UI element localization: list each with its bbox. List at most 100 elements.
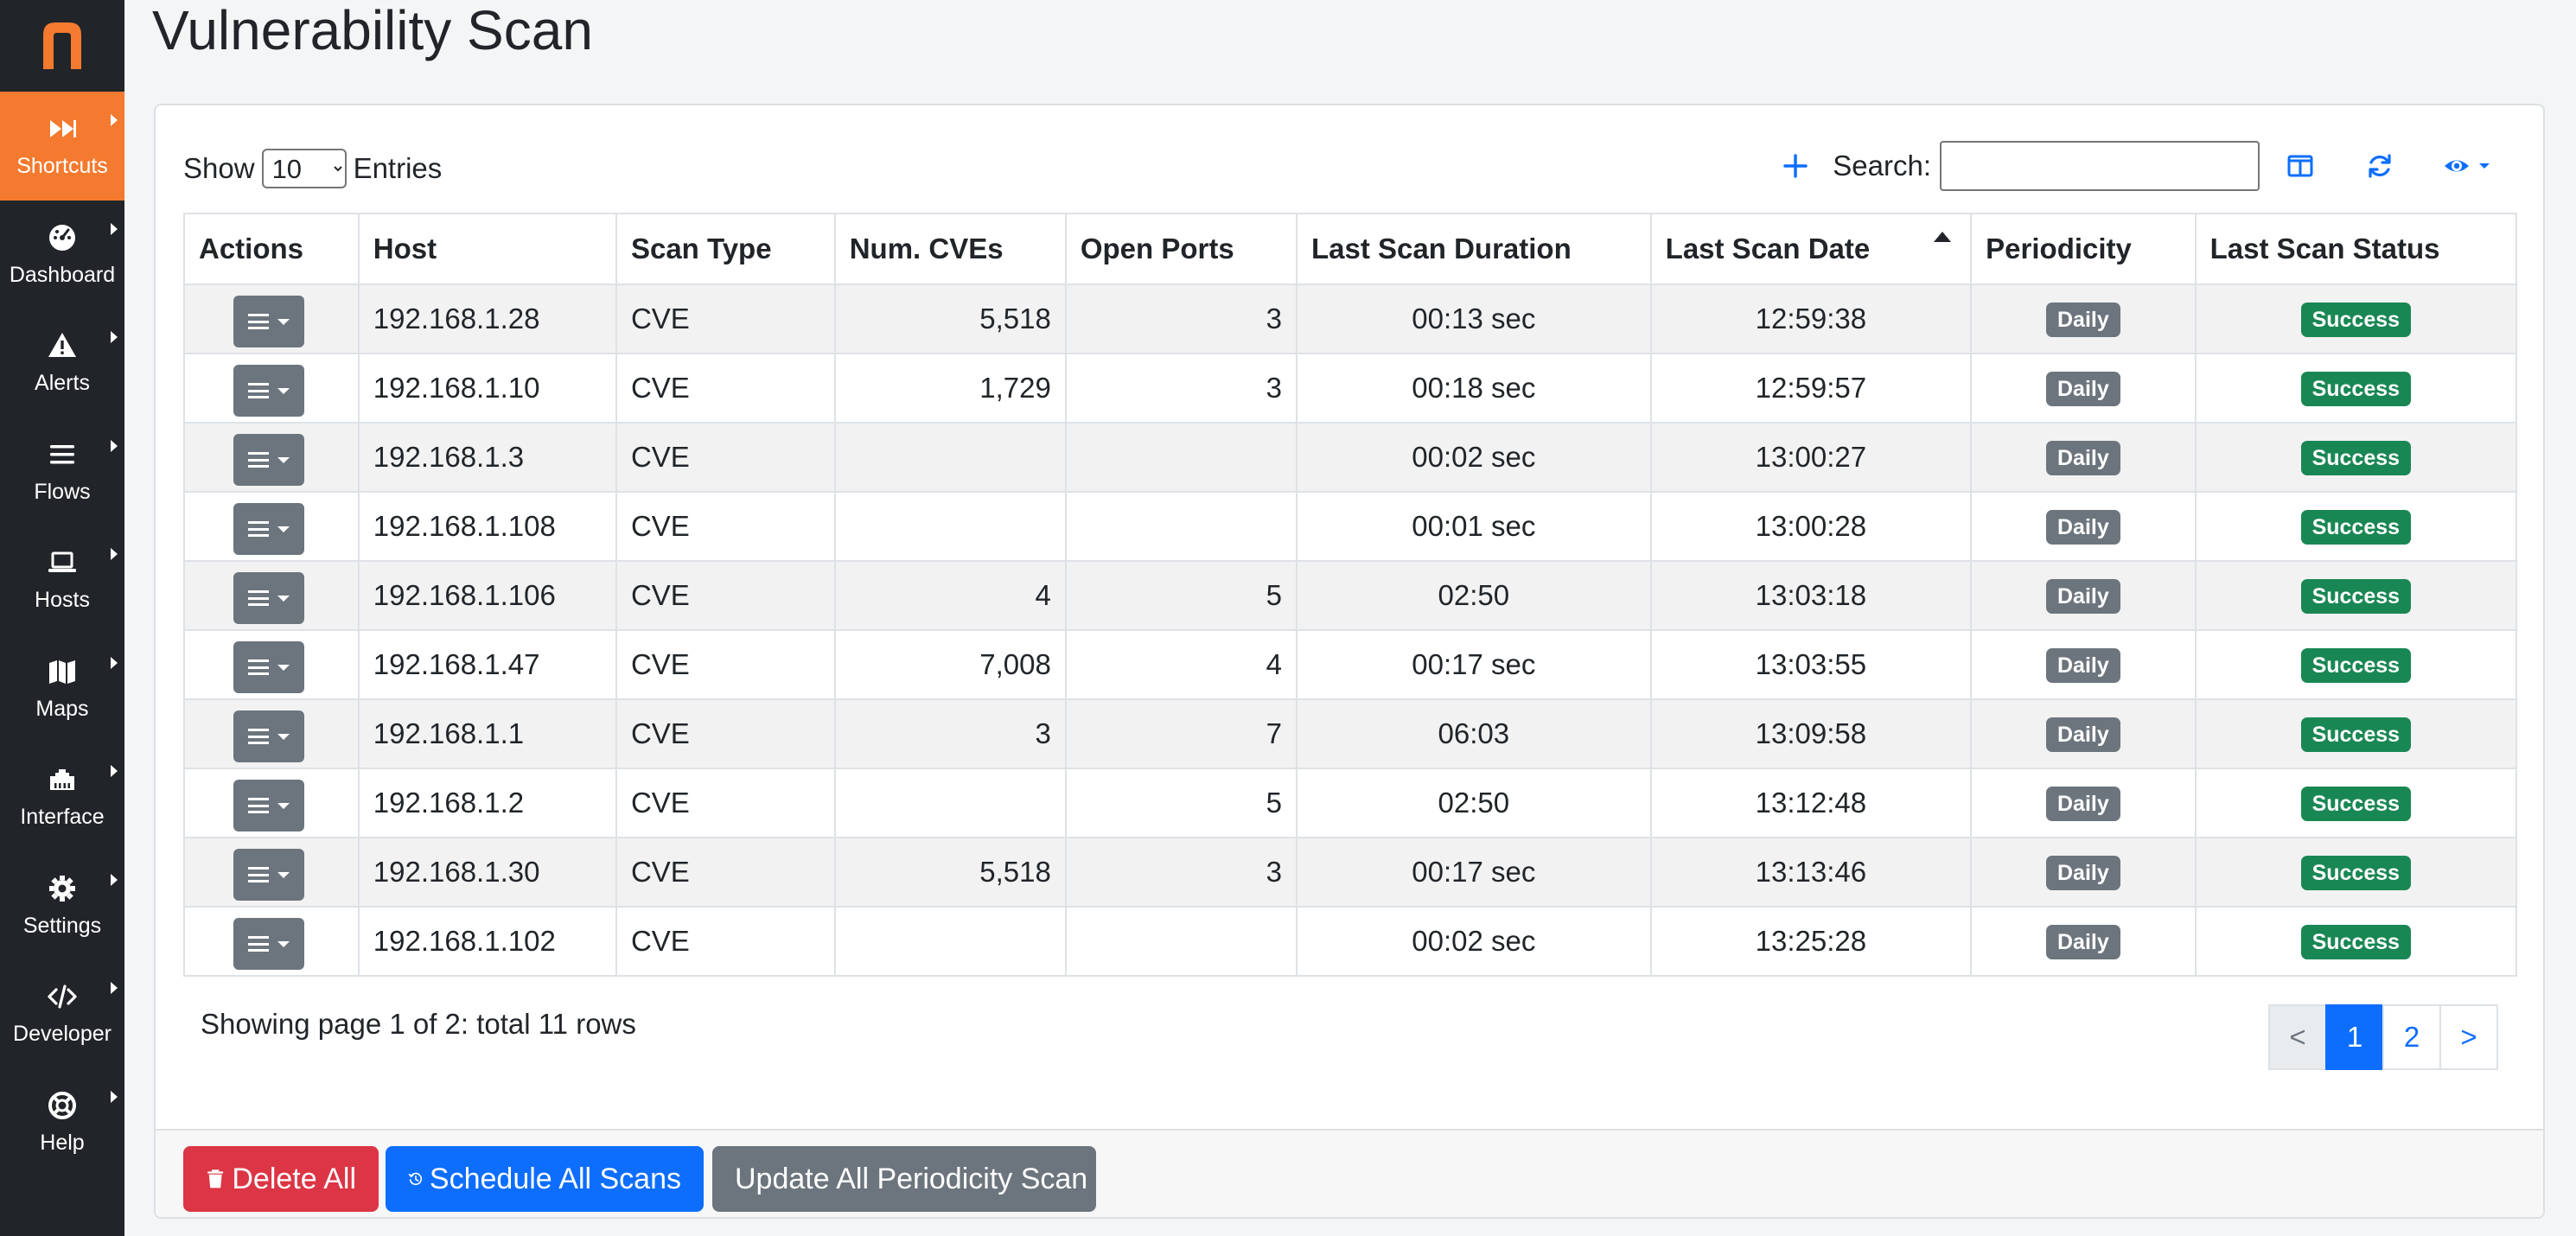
menu-lines-icon: [248, 521, 269, 537]
search-label: Search:: [1833, 150, 1931, 182]
sidebar-item-help[interactable]: Help: [0, 1068, 124, 1177]
sidebar-item-alerts[interactable]: Alerts: [0, 309, 124, 417]
caret-down-icon: [277, 456, 290, 463]
scan-type-cell: CVE: [615, 629, 836, 700]
scan-table-card: Show 10 Entries Search: Actions Host Scan …: [154, 104, 2545, 1219]
num-cves-cell: 3: [833, 698, 1067, 769]
last-scan-date-cell: 12:59:38: [1649, 284, 1973, 354]
ethernet-icon: [46, 763, 79, 796]
next-page-button[interactable]: >: [2439, 1004, 2498, 1070]
host-cell[interactable]: 192.168.1.2: [357, 768, 617, 838]
sidebar-item-label: Interface: [20, 805, 105, 830]
sidebar-item-dashboard[interactable]: Dashboard: [0, 201, 124, 309]
duration-cell: 00:17 sec: [1296, 837, 1652, 908]
host-cell[interactable]: 192.168.1.28: [357, 284, 617, 354]
sidebar-item-interface[interactable]: Interface: [0, 742, 124, 851]
duration-cell: 00:18 sec: [1296, 353, 1652, 424]
column-header-open-ports[interactable]: Open Ports: [1064, 213, 1298, 285]
trash-icon: [207, 1169, 224, 1188]
refresh-icon[interactable]: [2362, 148, 2398, 184]
host-cell[interactable]: 192.168.1.1: [357, 698, 617, 769]
row-actions-button[interactable]: [233, 641, 304, 693]
caret-down-icon: [277, 664, 290, 671]
duration-cell: 06:03: [1296, 698, 1652, 769]
sidebar-item-hosts[interactable]: Hosts: [0, 526, 124, 634]
row-actions-button[interactable]: [233, 296, 304, 347]
sidebar-item-settings[interactable]: Settings: [0, 851, 124, 960]
ntop-n-logo-icon: [43, 22, 81, 69]
sidebar: Shortcuts Dashboard Alerts Flows Hosts Maps In…: [0, 0, 124, 1236]
page-title: Vulnerability Scan: [152, 0, 593, 61]
status-cell: Success: [2194, 491, 2518, 562]
schedule-all-scans-button[interactable]: Schedule All Scans: [386, 1146, 704, 1212]
actions-cell: [183, 837, 360, 908]
column-header-periodicity[interactable]: Periodicity: [1970, 213, 2197, 285]
host-cell[interactable]: 192.168.1.30: [357, 837, 617, 908]
status-cell: Success: [2194, 629, 2518, 700]
periodicity-cell: Daily: [1970, 906, 2197, 977]
fast-forward-icon: [46, 112, 79, 145]
column-header-scan-type[interactable]: Scan Type: [615, 213, 836, 285]
visibility-dropdown-icon[interactable]: [2441, 148, 2496, 184]
last-scan-date-cell: 13:12:48: [1649, 768, 1973, 838]
periodicity-badge: Daily: [2046, 372, 2120, 406]
add-icon[interactable]: [1777, 148, 1814, 184]
submenu-caret-icon: [111, 873, 118, 886]
submenu-caret-icon: [111, 439, 118, 452]
row-actions-button[interactable]: [233, 710, 304, 762]
column-header-last-scan-status[interactable]: Last Scan Status: [2194, 213, 2518, 285]
page-1-button[interactable]: 1: [2325, 1004, 2384, 1070]
column-header-last-scan-date[interactable]: Last Scan Date: [1649, 213, 1973, 285]
host-cell[interactable]: 192.168.1.3: [357, 422, 617, 493]
ntopng-logo[interactable]: [0, 0, 124, 92]
entries-select[interactable]: 10: [261, 149, 347, 188]
column-header-actions[interactable]: Actions: [183, 213, 360, 285]
table-row: 192.168.1.2 CVE 5 02:50 13:12:48 Daily Success: [183, 768, 2518, 838]
host-cell[interactable]: 192.168.1.102: [357, 906, 617, 977]
row-actions-button[interactable]: [233, 849, 304, 901]
periodicity-cell: Daily: [1970, 698, 2197, 769]
row-actions-button[interactable]: [233, 572, 304, 624]
sidebar-item-shortcuts[interactable]: Shortcuts: [0, 92, 124, 201]
column-header-label: Scan Type: [630, 233, 772, 264]
sidebar-item-label: Dashboard: [9, 262, 116, 287]
previous-page-button[interactable]: <: [2268, 1004, 2327, 1070]
page-2-button[interactable]: 2: [2382, 1004, 2441, 1070]
show-label: Show: [183, 152, 255, 184]
columns-icon[interactable]: [2282, 148, 2318, 184]
row-actions-button[interactable]: [233, 780, 304, 831]
sidebar-item-maps[interactable]: Maps: [0, 634, 124, 743]
num-cves-cell: 7,008: [833, 629, 1067, 700]
host-cell[interactable]: 192.168.1.10: [357, 353, 617, 424]
num-cves-cell: 5,518: [833, 284, 1067, 354]
delete-all-button[interactable]: Delete All: [183, 1146, 379, 1212]
caret-down-icon: [277, 526, 290, 532]
row-actions-button[interactable]: [233, 434, 304, 486]
duration-cell: 00:02 sec: [1296, 422, 1652, 493]
sort-ascending-icon[interactable]: [1934, 232, 1952, 242]
row-actions-button[interactable]: [233, 365, 304, 417]
open-ports-cell: 3: [1064, 353, 1298, 424]
actions-cell: [183, 353, 360, 424]
column-header-num-cves[interactable]: Num. CVEs: [833, 213, 1067, 285]
actions-cell: [183, 629, 360, 700]
num-cves-cell: 4: [833, 560, 1067, 631]
host-cell[interactable]: 192.168.1.47: [357, 629, 617, 700]
open-ports-cell: 5: [1064, 768, 1298, 838]
column-header-host[interactable]: Host: [357, 213, 617, 285]
periodicity-badge: Daily: [2046, 787, 2120, 821]
submenu-caret-icon: [111, 114, 118, 126]
scan-type-cell: CVE: [615, 698, 836, 769]
search-input[interactable]: [1940, 141, 2260, 191]
host-cell[interactable]: 192.168.1.108: [357, 491, 617, 562]
sidebar-item-flows[interactable]: Flows: [0, 417, 124, 526]
open-ports-cell: [1064, 491, 1298, 562]
scan-type-cell: CVE: [615, 422, 836, 493]
row-actions-button[interactable]: [233, 503, 304, 555]
row-actions-button[interactable]: [233, 918, 304, 970]
update-all-periodicity-button[interactable]: Update All Periodicity Scan: [712, 1146, 1096, 1212]
column-header-last-scan-duration[interactable]: Last Scan Duration: [1296, 213, 1652, 285]
status-badge: Success: [2300, 925, 2412, 959]
host-cell[interactable]: 192.168.1.106: [357, 560, 617, 631]
sidebar-item-developer[interactable]: Developer: [0, 959, 124, 1068]
